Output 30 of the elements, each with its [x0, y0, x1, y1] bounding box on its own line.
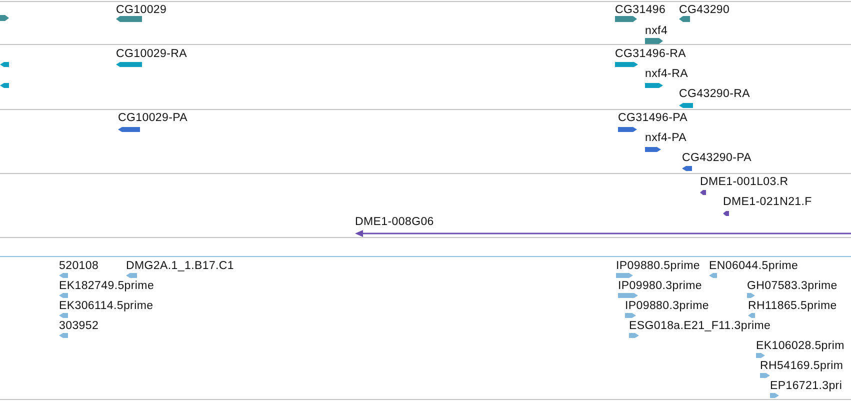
- feature-label: EP16721.3pri: [770, 380, 842, 393]
- feature-label: nxf4-PA: [645, 132, 686, 145]
- feature-label: 520108: [59, 260, 99, 273]
- feature-label: EK182749.5prime: [59, 280, 154, 293]
- feature-label: CG10029-PA: [118, 112, 188, 125]
- feature-label: GH07583.3prime: [747, 280, 838, 293]
- feature-label: EK306114.5prime: [59, 300, 154, 313]
- feature-label: RH11865.5prime: [748, 300, 837, 313]
- feature-label: 303952: [59, 320, 99, 333]
- feature-label: RH54169.5prim: [760, 360, 844, 373]
- feature-label: DME1-001L03.R: [700, 176, 788, 189]
- feature-label: EK106028.5prim: [756, 340, 844, 353]
- feature-label: DME1-021N21.F: [723, 196, 812, 209]
- feature-label: CG31496-RA: [615, 48, 686, 61]
- feature-label: IP09880.3prime: [625, 300, 709, 313]
- feature-label: DMG2A.1_1.B17.C1: [126, 260, 234, 273]
- feature-label: CG10029-RA: [116, 48, 188, 61]
- feature-label: CG43290-PA: [682, 152, 752, 165]
- feature-label: ESG018a.E21_F11.3prime: [629, 320, 771, 333]
- feature-label: IP09880.5prime: [616, 260, 700, 273]
- feature-label: CG31496-PA: [618, 112, 688, 125]
- feature-label: CG43290: [679, 4, 730, 17]
- feature-label: CG43290-RA: [679, 88, 750, 101]
- feature-label: DME1-008G06: [355, 216, 434, 229]
- feature-label: CG31496: [615, 4, 666, 17]
- feature-label: nxf4: [645, 25, 668, 38]
- feature-label: CG10029: [116, 4, 167, 17]
- feature-label: EN06044.5prime: [709, 260, 798, 273]
- feature-label: IP09980.3prime: [618, 280, 702, 293]
- feature-label: nxf4-RA: [645, 68, 688, 81]
